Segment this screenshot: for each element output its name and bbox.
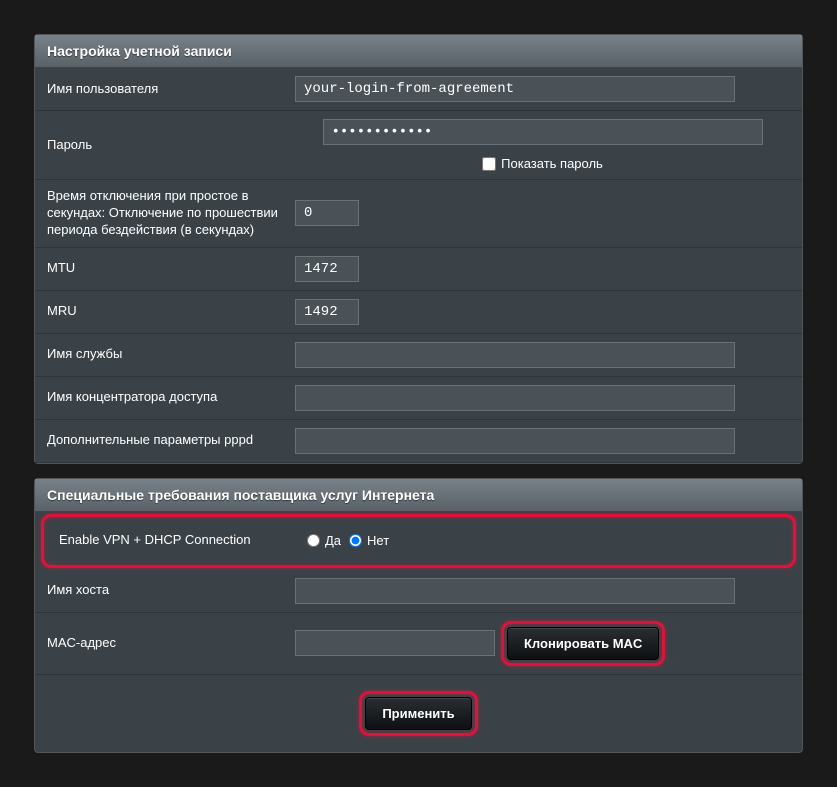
isp-requirements-header: Специальные требования поставщика услуг … bbox=[35, 479, 802, 512]
account-settings-panel: Настройка учетной записи Имя пользовател… bbox=[34, 34, 803, 464]
vpn-dhcp-no-label: Нет bbox=[367, 533, 389, 548]
service-name-input[interactable] bbox=[295, 342, 735, 368]
vpn-dhcp-row: Enable VPN + DHCP Connection Да Нет bbox=[47, 520, 790, 562]
show-password-label: Показать пароль bbox=[501, 156, 603, 171]
mru-input[interactable] bbox=[295, 299, 359, 325]
vpn-dhcp-no-option[interactable]: Нет bbox=[349, 533, 389, 548]
hostname-label: Имя хоста bbox=[47, 582, 295, 599]
show-password-checkbox[interactable] bbox=[482, 157, 496, 171]
vpn-dhcp-no-radio[interactable] bbox=[349, 534, 362, 547]
username-input[interactable] bbox=[295, 76, 735, 102]
mac-label: MAC-адрес bbox=[47, 635, 295, 652]
username-label: Имя пользователя bbox=[47, 81, 295, 98]
clone-mac-button[interactable]: Клонировать MAC bbox=[507, 627, 659, 660]
pppd-input[interactable] bbox=[295, 428, 735, 454]
mtu-row: MTU bbox=[35, 248, 802, 291]
mtu-label: MTU bbox=[47, 260, 295, 277]
footer: Применить bbox=[35, 675, 802, 752]
service-name-row: Имя службы bbox=[35, 334, 802, 377]
apply-button[interactable]: Применить bbox=[365, 697, 471, 730]
service-name-label: Имя службы bbox=[47, 346, 295, 363]
pppd-label: Дополнительные параметры pppd bbox=[47, 432, 295, 449]
idle-timeout-row: Время отключения при простое в секундах:… bbox=[35, 180, 802, 248]
username-row: Имя пользователя bbox=[35, 68, 802, 111]
mac-input[interactable] bbox=[295, 630, 495, 656]
vpn-dhcp-label: Enable VPN + DHCP Connection bbox=[59, 532, 307, 549]
clone-mac-highlight: Клонировать MAC bbox=[501, 621, 665, 666]
vpn-dhcp-yes-option[interactable]: Да bbox=[307, 533, 341, 548]
mtu-input[interactable] bbox=[295, 256, 359, 282]
vpn-dhcp-highlight: Enable VPN + DHCP Connection Да Нет bbox=[41, 514, 796, 568]
concentrator-label: Имя концентратора доступа bbox=[47, 389, 295, 406]
hostname-input[interactable] bbox=[295, 578, 735, 604]
isp-requirements-panel: Специальные требования поставщика услуг … bbox=[34, 478, 803, 753]
concentrator-row: Имя концентратора доступа bbox=[35, 377, 802, 420]
idle-timeout-input[interactable] bbox=[295, 200, 359, 226]
password-label: Пароль bbox=[47, 137, 295, 154]
concentrator-input[interactable] bbox=[295, 385, 735, 411]
pppd-row: Дополнительные параметры pppd bbox=[35, 420, 802, 463]
mru-label: MRU bbox=[47, 303, 295, 320]
vpn-dhcp-yes-label: Да bbox=[325, 533, 341, 548]
password-input[interactable] bbox=[323, 119, 763, 145]
account-settings-header: Настройка учетной записи bbox=[35, 35, 802, 68]
idle-timeout-label: Время отключения при простое в секундах:… bbox=[47, 188, 295, 239]
password-row: Пароль Показать пароль bbox=[35, 111, 802, 180]
mru-row: MRU bbox=[35, 291, 802, 334]
hostname-row: Имя хоста bbox=[35, 570, 802, 613]
apply-highlight: Применить bbox=[359, 691, 477, 736]
mac-row: MAC-адрес Клонировать MAC bbox=[35, 613, 802, 675]
vpn-dhcp-yes-radio[interactable] bbox=[307, 534, 320, 547]
